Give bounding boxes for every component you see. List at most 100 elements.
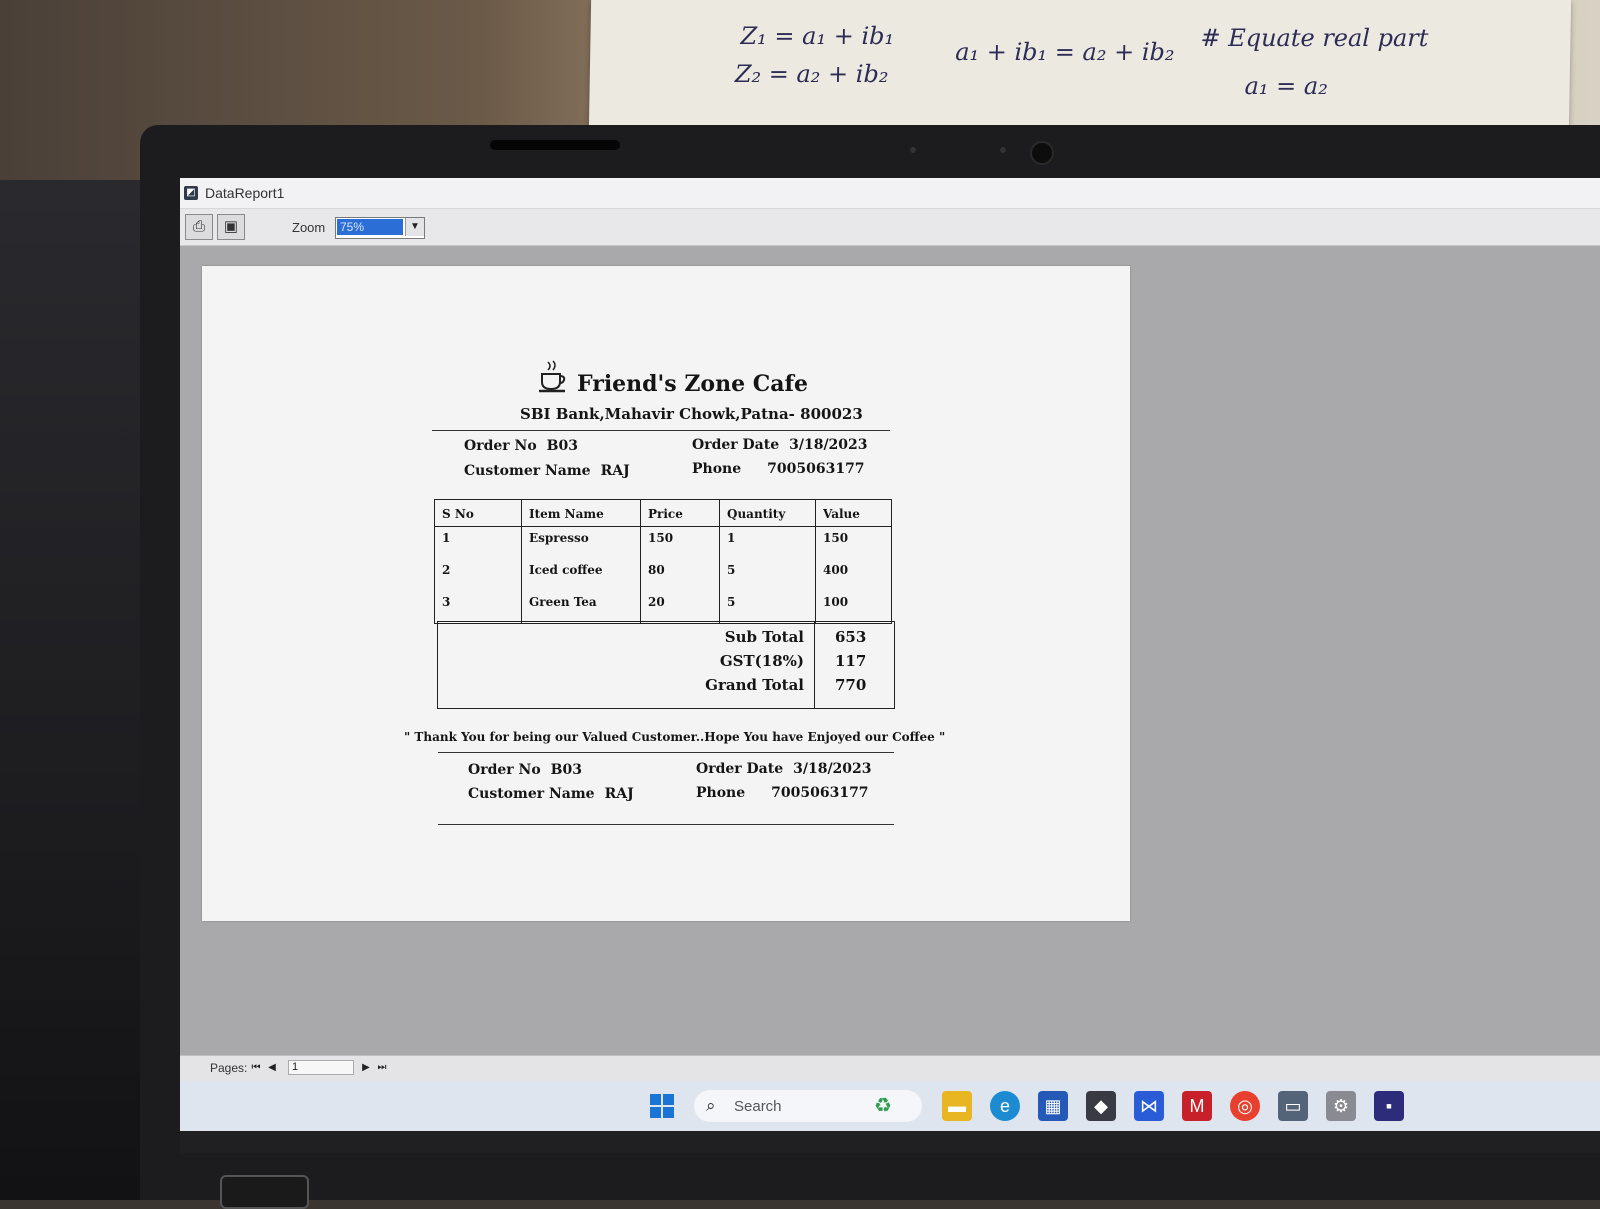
taskbar: ⌕ Search ♻ ▬ e ▦ ◆ ⋈ M ◎ ▭ ⚙ ▪ bbox=[180, 1081, 1600, 1131]
last-page-button[interactable]: ⏭ bbox=[376, 1061, 388, 1075]
column-header: Price bbox=[640, 499, 720, 527]
footer-order-date-label: Order Date bbox=[696, 761, 784, 777]
webcam-icon bbox=[1030, 141, 1054, 165]
file-explorer-icon[interactable]: ▬ bbox=[942, 1091, 972, 1121]
terminal-icon[interactable]: ▭ bbox=[1278, 1091, 1308, 1121]
cell-value: 100 bbox=[815, 591, 892, 624]
vb-app-icon[interactable]: ▪ bbox=[1374, 1091, 1404, 1121]
shop-name: Friend's Zone Cafe bbox=[577, 371, 808, 397]
network-icon[interactable]: ⚙ bbox=[1326, 1091, 1356, 1121]
cell-sno: 3 bbox=[434, 591, 522, 624]
bezel-bottom bbox=[180, 1131, 1600, 1153]
cell-item: Espresso bbox=[521, 526, 641, 559]
cell-price: 150 bbox=[640, 526, 720, 559]
footer-customer-value: RAJ bbox=[604, 786, 634, 802]
cell-qty: 5 bbox=[719, 591, 816, 624]
pages-bar: Pages: ⏮ ◀ 1 ▶ ⏭ bbox=[180, 1055, 1600, 1082]
sensor-dot bbox=[1000, 147, 1006, 153]
footer-order-no-value: B03 bbox=[550, 762, 582, 778]
sensor-dot bbox=[910, 147, 916, 153]
app-window-icon: ◩ bbox=[184, 186, 198, 200]
order-date-value: 3/18/2023 bbox=[789, 437, 868, 453]
prev-page-button[interactable]: ◀ bbox=[266, 1061, 278, 1075]
totals-box: Sub Total 653 GST(18%) 117 Grand Total 7… bbox=[437, 621, 895, 709]
order-date-field: Order Date 3/18/2023 bbox=[692, 437, 868, 453]
visual-studio-icon[interactable]: ⋈ bbox=[1134, 1091, 1164, 1121]
phone-value: 7005063177 bbox=[767, 461, 865, 477]
taskbar-search[interactable]: ⌕ Search ♻ bbox=[694, 1090, 922, 1122]
phone-label: Phone bbox=[692, 461, 742, 477]
footer-bottom-rule bbox=[438, 824, 894, 825]
mcafee-icon[interactable]: M bbox=[1182, 1091, 1212, 1121]
laptop-sticker bbox=[220, 1175, 309, 1209]
cell-item: Green Tea bbox=[521, 591, 641, 624]
first-page-button[interactable]: ⏮ bbox=[250, 1061, 262, 1075]
recycle-icon: ♻ bbox=[874, 1095, 892, 1117]
table-row: 1 Espresso 150 1 150 bbox=[434, 526, 892, 559]
cell-qty: 1 bbox=[719, 526, 816, 559]
cell-value: 150 bbox=[815, 526, 892, 559]
next-page-button[interactable]: ▶ bbox=[360, 1061, 372, 1075]
customer-field: Customer Name RAJ bbox=[464, 463, 630, 479]
items-table: S No Item Name Price Quantity Value 1 Es… bbox=[434, 499, 892, 624]
note-comment: # Equate real part bbox=[1200, 24, 1429, 52]
desk-background bbox=[0, 180, 150, 1200]
footer-order-date-field: Order Date 3/18/2023 bbox=[696, 761, 872, 777]
pages-label: Pages: bbox=[210, 1061, 248, 1075]
note-result: a₁ = a₂ bbox=[1244, 72, 1329, 100]
order-no-label: Order No bbox=[464, 438, 537, 454]
cell-price: 80 bbox=[640, 559, 720, 591]
column-header: Item Name bbox=[521, 499, 641, 527]
print-button[interactable]: ⎙ bbox=[185, 214, 213, 240]
zoom-value[interactable]: 75% bbox=[337, 219, 403, 235]
column-header: Quantity bbox=[719, 499, 816, 527]
zoom-label: Zoom bbox=[292, 220, 326, 235]
search-placeholder: Search bbox=[734, 1098, 782, 1115]
gst-value: 117 bbox=[835, 652, 867, 670]
column-header: Value bbox=[815, 499, 892, 527]
page-number-input[interactable]: 1 bbox=[288, 1060, 354, 1075]
camera-slot bbox=[490, 140, 620, 150]
grand-total-label: Grand Total bbox=[705, 676, 804, 694]
windows-start-icon[interactable] bbox=[650, 1094, 674, 1118]
export-button[interactable]: ▣ bbox=[217, 214, 245, 240]
thank-you-message: " Thank You for being our Valued Custome… bbox=[404, 730, 946, 744]
order-no-value: B03 bbox=[546, 438, 578, 454]
cell-price: 20 bbox=[640, 591, 720, 624]
footer-order-no-label: Order No bbox=[468, 762, 541, 778]
footer-customer-label: Customer Name bbox=[468, 786, 595, 802]
zoom-select[interactable]: 75% ▼ bbox=[335, 217, 425, 239]
note-line-z2: Z₂ = a₂ + ib₂ bbox=[734, 60, 889, 88]
chrome-icon[interactable]: ◎ bbox=[1230, 1091, 1260, 1121]
grand-total-value: 770 bbox=[835, 676, 867, 694]
app-icon[interactable]: ◆ bbox=[1086, 1091, 1116, 1121]
footer-order-date-value: 3/18/2023 bbox=[793, 761, 872, 777]
cell-value: 400 bbox=[815, 559, 892, 591]
window-titlebar: ◩ DataReport1 bbox=[180, 178, 1600, 209]
footer-customer-field: Customer Name RAJ bbox=[468, 786, 634, 802]
phone-field: Phone 7005063177 bbox=[692, 461, 865, 477]
totals-divider bbox=[814, 622, 815, 708]
store-icon[interactable]: ▦ bbox=[1038, 1091, 1068, 1121]
header-rule bbox=[432, 430, 890, 431]
window-title: DataReport1 bbox=[205, 185, 285, 201]
table-header-row: S No Item Name Price Quantity Value bbox=[434, 499, 892, 527]
table-row: 3 Green Tea 20 5 100 bbox=[434, 591, 892, 624]
screen: ◩ DataReport1 ⎙ ▣ Zoom 75% ▼ Friend's Zo… bbox=[180, 178, 1600, 1153]
footer-phone-label: Phone bbox=[696, 785, 746, 801]
table-row: 2 Iced coffee 80 5 400 bbox=[434, 559, 892, 591]
order-date-label: Order Date bbox=[692, 437, 780, 453]
shop-address: SBI Bank,Mahavir Chowk,Patna- 800023 bbox=[520, 405, 863, 423]
footer-phone-value: 7005063177 bbox=[771, 785, 869, 801]
note-line-z1: Z₁ = a₁ + ib₁ bbox=[740, 22, 895, 50]
edge-icon[interactable]: e bbox=[990, 1091, 1020, 1121]
report-toolbar: ⎙ ▣ Zoom 75% ▼ bbox=[180, 209, 1600, 246]
footer-top-rule bbox=[438, 752, 894, 753]
coffee-cup-icon bbox=[539, 360, 566, 393]
customer-value: RAJ bbox=[600, 463, 630, 479]
footer-phone-field: Phone 7005063177 bbox=[696, 785, 869, 801]
cell-qty: 5 bbox=[719, 559, 816, 591]
search-icon: ⌕ bbox=[706, 1096, 716, 1115]
chevron-down-icon[interactable]: ▼ bbox=[405, 218, 424, 236]
cell-sno: 1 bbox=[434, 526, 522, 559]
